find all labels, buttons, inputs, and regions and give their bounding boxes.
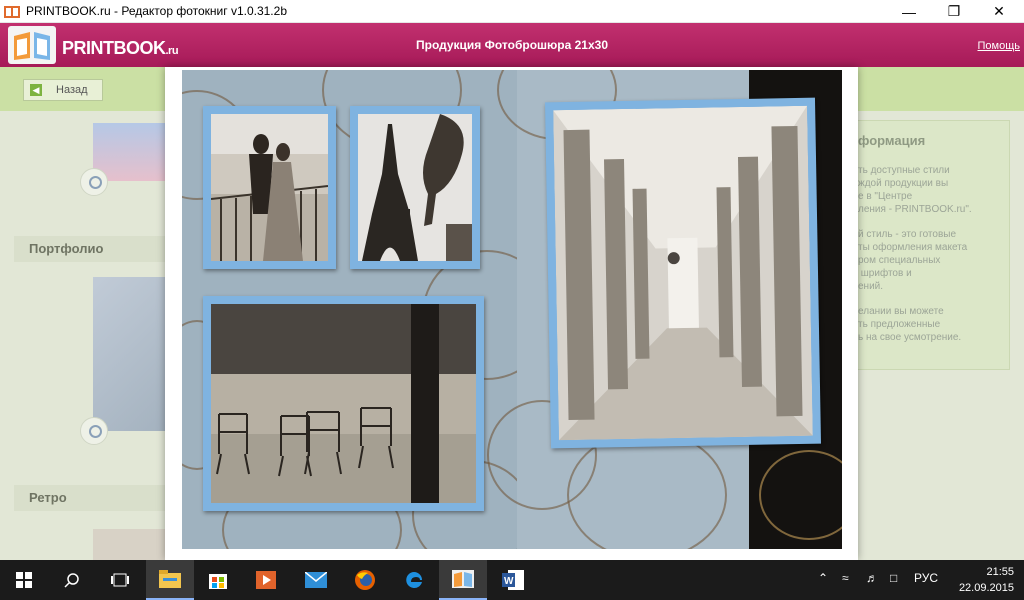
photo-eiffel [358,114,472,261]
chairs-image [211,304,476,503]
language-indicator[interactable]: РУС [914,571,938,585]
printbook-icon[interactable] [439,560,487,600]
notification-icon[interactable]: □ [890,571,897,585]
spread-preview [165,67,858,560]
window-title: PRINTBOOK.ru - Редактор фотокниг v1.0.31… [26,4,287,18]
svg-text:W: W [504,576,514,587]
printbook-logo-icon [8,26,56,64]
help-link[interactable]: Помощь [978,40,1021,52]
zoom-icon[interactable] [80,168,108,196]
search-icon[interactable] [48,560,96,600]
photo-frame[interactable] [545,97,821,449]
wifi-icon[interactable]: ≈ [842,571,849,585]
photo-frame[interactable] [350,106,480,269]
restore-icon[interactable]: ❐ [931,0,977,23]
couple-image [211,114,328,261]
section-retro[interactable]: Ретро [14,485,165,511]
edge-icon[interactable] [390,560,438,600]
file-explorer-icon[interactable] [146,560,194,600]
chevron-up-icon[interactable]: ⌃ [818,571,828,585]
zoom-icon[interactable] [80,417,108,445]
volume-icon[interactable]: ♬ [866,571,878,585]
close-icon[interactable]: ✕ [976,0,1022,23]
window-titlebar: PRINTBOOK.ru - Редактор фотокниг v1.0.31… [0,0,1024,23]
colonnade-image [553,105,813,441]
printbook-app-icon [4,6,20,18]
portfolio-thumbnail[interactable] [93,277,165,431]
clock[interactable]: 21:55 22.09.2015 [944,564,1014,596]
retro-thumbnail[interactable] [93,529,165,560]
clock-time: 21:55 [986,566,1014,578]
info-paragraph: ть доступные стили ждой продукции вы е в… [858,165,972,215]
back-button[interactable]: ◀ Назад [23,79,103,101]
info-title: формация [858,133,926,148]
photo-chairs [211,304,476,503]
photo-frame[interactable] [203,106,336,269]
minimize-icon[interactable]: — [886,0,932,23]
taskbar: W ⌃ ≈ ♬ □ РУС 21:55 22.09.2015 [0,560,1024,600]
back-arrow-icon: ◀ [30,84,42,96]
app-header: PRINTBOOK.ru Продукция Фотоброшюра 21х30… [0,23,1024,67]
task-view-icon[interactable] [96,560,144,600]
word-icon[interactable]: W [489,560,537,600]
firefox-icon[interactable] [341,560,389,600]
start-icon[interactable] [0,560,48,600]
info-box: формация ть доступные стили ждой продукц… [845,120,1010,370]
clock-date: 22.09.2015 [958,582,1014,594]
photobook-spread [182,70,842,549]
logo-text: PRINTBOOK.ru [62,38,179,58]
photo-frame[interactable] [203,296,484,511]
info-paragraph: елании вы можете ть предложенные ь на св… [858,306,962,343]
product-title: Продукция Фотоброшюра 21х30 [415,38,608,52]
section-portfolio[interactable]: Портфолио [14,236,165,262]
mail-icon[interactable] [292,560,340,600]
store-icon[interactable] [194,560,242,600]
photo-colonnade [553,105,813,441]
info-paragraph: й стиль - это готовые ты оформления маке… [858,229,968,292]
photo-couple [211,114,328,261]
eiffel-image [358,114,472,261]
media-player-icon[interactable] [242,560,290,600]
